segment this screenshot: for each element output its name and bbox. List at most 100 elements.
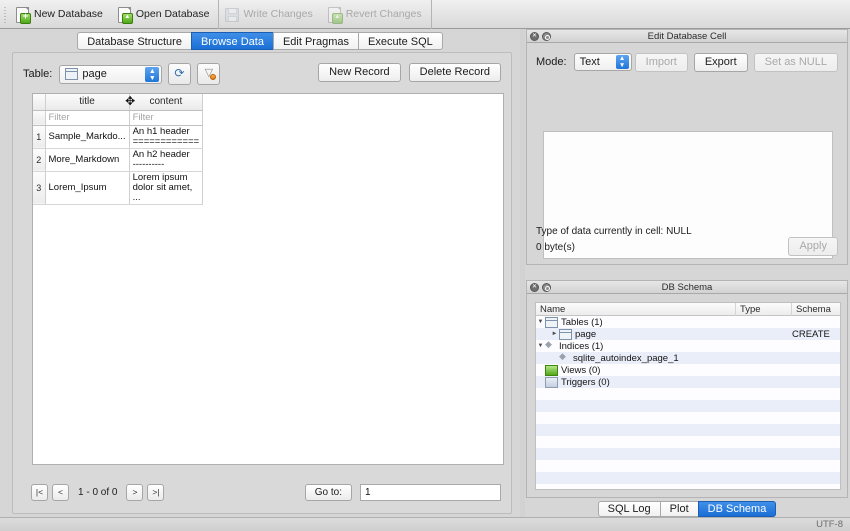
- last-page-button[interactable]: >|: [147, 484, 165, 501]
- schema-row-tables[interactable]: ▼ Tables (1): [536, 316, 840, 328]
- open-database-button[interactable]: Open Database: [112, 0, 219, 29]
- write-changes-button[interactable]: Write Changes: [219, 0, 321, 29]
- cell-content[interactable]: An h2 header ----------: [129, 148, 204, 172]
- cell-title[interactable]: Sample_Markdo...: [45, 125, 130, 149]
- cell-action-buttons: Import Export Set as NULL: [634, 52, 838, 72]
- set-as-null-button[interactable]: Set as NULL: [753, 52, 838, 72]
- table-row[interactable]: 3 Lorem_Ipsum Lorem ipsum dolor sit amet…: [33, 171, 204, 205]
- schema-row-label: Tables (1): [561, 316, 603, 328]
- tab-execute-sql[interactable]: Execute SQL: [357, 32, 443, 50]
- encoding-label: UTF-8: [816, 519, 843, 530]
- table-select-value: page: [82, 68, 107, 80]
- write-changes-icon: [224, 7, 240, 22]
- schema-row-label: sqlite_autoindex_page_1: [573, 352, 679, 364]
- cell-title[interactable]: Lorem_Ipsum: [45, 171, 130, 205]
- mode-label: Mode:: [536, 56, 567, 68]
- schema-row-empty: [536, 424, 840, 436]
- row-number: 1: [33, 125, 46, 149]
- chevron-down-icon[interactable]: ▼: [536, 343, 545, 349]
- close-icon[interactable]: [530, 283, 539, 292]
- open-database-label: Open Database: [135, 8, 210, 20]
- refresh-icon: ⟳: [174, 66, 185, 80]
- cell-type-info: Type of data currently in cell: NULL 0 b…: [536, 224, 692, 256]
- cell-content[interactable]: An h1 header ============: [129, 125, 204, 149]
- goto-button[interactable]: Go to:: [304, 484, 352, 501]
- schema-row-empty: [536, 472, 840, 484]
- schema-row-label: Triggers (0): [561, 376, 610, 388]
- schema-row-triggers[interactable]: Triggers (0): [536, 376, 840, 388]
- close-icon[interactable]: [530, 32, 539, 41]
- column-header-content[interactable]: ✥ content: [125, 94, 204, 111]
- index-group-icon: [545, 340, 556, 351]
- mode-row: Mode: Text ▲ ▼ Import Export Set as NULL: [536, 52, 838, 72]
- schema-tree-header: Name Type Schema: [536, 303, 840, 316]
- data-grid[interactable]: title ✥ content Filter Filter 1 Sample_M…: [32, 93, 504, 465]
- column-resize-cursor-icon: ✥: [125, 94, 136, 108]
- revert-changes-label: Revert Changes: [345, 8, 422, 20]
- index-icon: [559, 352, 570, 363]
- new-database-label: New Database: [34, 8, 103, 20]
- edit-database-cell-panel: Edit Database Cell Mode: Text ▲▼ Import …: [526, 29, 848, 265]
- toolbar-drag-grip[interactable]: [0, 0, 10, 29]
- float-icon[interactable]: [542, 32, 551, 41]
- db-schema-window-buttons: [530, 283, 551, 292]
- schema-row-views[interactable]: Views (0): [536, 364, 840, 376]
- schema-row-label: Indices (1): [559, 340, 604, 352]
- cell-title[interactable]: More_Markdown: [45, 148, 130, 172]
- next-page-button[interactable]: >: [126, 484, 144, 501]
- new-database-button[interactable]: New Database: [10, 0, 112, 29]
- refresh-button[interactable]: ⟳: [168, 63, 192, 85]
- apply-button[interactable]: Apply: [788, 237, 838, 256]
- cell-content[interactable]: Lorem ipsum dolor sit amet, ...: [129, 171, 204, 205]
- grid-corner-header[interactable]: [33, 94, 46, 111]
- tab-database-structure[interactable]: Database Structure: [77, 32, 191, 50]
- first-page-button[interactable]: |<: [31, 484, 48, 501]
- previous-page-button[interactable]: <: [52, 484, 69, 501]
- chevron-right-icon[interactable]: ►: [550, 331, 559, 337]
- schema-row-label: page: [575, 328, 597, 340]
- db-schema-panel: DB Schema Name Type Schema ▼ Tables (1): [526, 280, 848, 498]
- tab-db-schema[interactable]: DB Schema: [697, 501, 777, 517]
- mode-select[interactable]: Text ▲ ▼: [573, 53, 632, 71]
- schema-tree[interactable]: Name Type Schema ▼ Tables (1) ► page CRE…: [535, 302, 841, 490]
- cell-type-label: Type of data currently in cell: NULL: [536, 226, 692, 237]
- column-header-title[interactable]: title: [45, 94, 130, 111]
- goto-input[interactable]: 1: [360, 484, 501, 501]
- import-button[interactable]: Import: [634, 52, 688, 72]
- tab-plot[interactable]: Plot: [659, 501, 698, 517]
- tab-browse-data[interactable]: Browse Data: [190, 32, 273, 50]
- pane-divider[interactable]: [520, 29, 525, 517]
- chevron-down-icon[interactable]: ▼: [536, 319, 545, 325]
- record-count-label: 1 - 0 of 0: [78, 487, 118, 498]
- schema-row-autoindex[interactable]: sqlite_autoindex_page_1: [536, 352, 840, 364]
- column-header-content-label: content: [149, 96, 183, 108]
- filter-input-content[interactable]: Filter: [129, 110, 204, 126]
- revert-changes-button[interactable]: Revert Changes: [322, 0, 431, 29]
- clear-filters-button[interactable]: ▽: [197, 63, 221, 85]
- table-row[interactable]: 2 More_Markdown An h2 header ----------: [33, 148, 204, 172]
- status-bar: UTF-8: [0, 517, 850, 531]
- goto-controls: Go to: 1: [304, 484, 501, 501]
- tab-sql-log[interactable]: SQL Log: [597, 501, 660, 517]
- trigger-icon: [545, 376, 558, 388]
- chevron-updown-icon: ▲ ▼: [145, 66, 160, 82]
- schema-header-name[interactable]: Name: [536, 303, 736, 316]
- table-row[interactable]: 1 Sample_Markdo... An h1 header ========…: [33, 125, 204, 149]
- float-icon[interactable]: [542, 283, 551, 292]
- schema-header-schema[interactable]: Schema: [792, 303, 840, 316]
- schema-row-indices[interactable]: ▼ Indices (1): [536, 340, 840, 352]
- pagination-controls: |< < 1 - 0 of 0 > >|: [31, 484, 165, 501]
- toolbar-separator-2: [430, 0, 432, 29]
- row-number: 3: [33, 171, 46, 205]
- filter-input-title[interactable]: Filter: [45, 110, 130, 126]
- schema-row-empty: [536, 400, 840, 412]
- export-button[interactable]: Export: [693, 52, 748, 72]
- new-record-button[interactable]: New Record: [318, 63, 401, 82]
- db-schema-body: Name Type Schema ▼ Tables (1) ► page CRE…: [526, 294, 848, 498]
- tab-edit-pragmas[interactable]: Edit Pragmas: [272, 32, 358, 50]
- delete-record-button[interactable]: Delete Record: [408, 63, 501, 82]
- schema-row-empty: [536, 448, 840, 460]
- schema-row-page[interactable]: ► page CREATE: [536, 328, 840, 340]
- schema-header-type[interactable]: Type: [736, 303, 792, 316]
- table-select[interactable]: page ▲ ▼: [59, 64, 163, 84]
